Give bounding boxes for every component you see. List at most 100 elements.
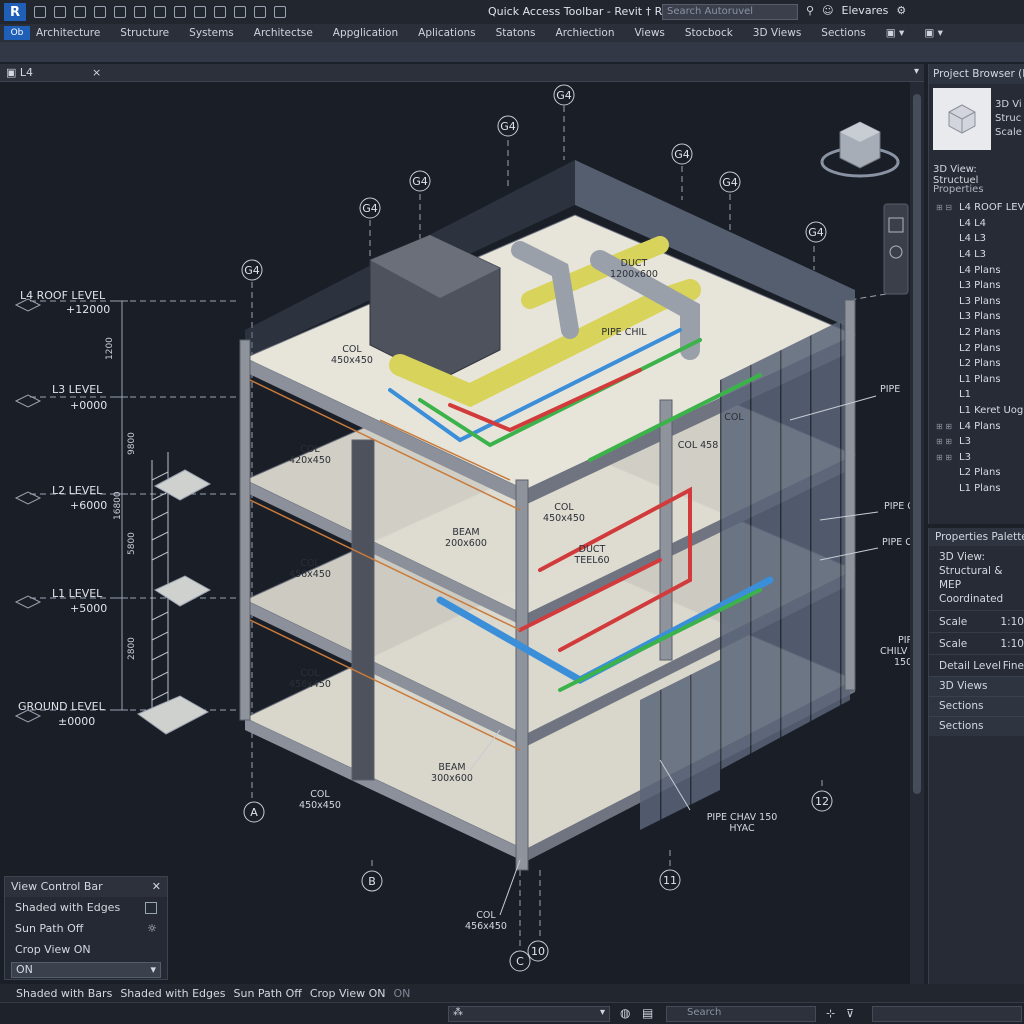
grid-bubble[interactable]: G4 bbox=[671, 143, 693, 165]
bottom-search-input[interactable]: Search bbox=[666, 1006, 816, 1022]
3d-view-icon[interactable] bbox=[214, 6, 226, 18]
drawing-canvas[interactable]: L4 ROOF LEVEL +12000 L3 LEVEL +0000 L2 L… bbox=[0, 82, 918, 984]
browser-tree-item[interactable]: L4 Plans bbox=[929, 262, 1024, 278]
workset-combo[interactable]: ⁂ ▾ bbox=[448, 1006, 610, 1022]
measure-icon[interactable] bbox=[174, 6, 186, 18]
scrollbar-thumb[interactable] bbox=[913, 94, 921, 794]
grid-bubble[interactable]: G4 bbox=[805, 221, 827, 243]
tab-structure[interactable]: Structure bbox=[120, 27, 169, 39]
grid-bubble[interactable]: G4 bbox=[409, 170, 431, 192]
section-icon[interactable] bbox=[234, 6, 246, 18]
grid-bubble[interactable]: G4 bbox=[719, 171, 741, 193]
tab-statons[interactable]: Statons bbox=[496, 27, 536, 39]
settings-icon[interactable]: ⚙ bbox=[896, 4, 906, 17]
browser-tree-item[interactable]: L4 L4 bbox=[929, 216, 1024, 232]
section-sections[interactable]: Sections bbox=[929, 696, 1024, 716]
search-input[interactable]: Search Autoruvel bbox=[662, 4, 798, 20]
browser-tree-item[interactable]: L2 Plans bbox=[929, 325, 1024, 341]
level-ground[interactable]: GROUND LEVEL ±0000 bbox=[14, 700, 106, 728]
open-icon[interactable] bbox=[54, 6, 66, 18]
grid-bubble[interactable]: 11 bbox=[659, 869, 681, 891]
browser-tree-item[interactable]: L2 Plans bbox=[929, 340, 1024, 356]
tag-pipe[interactable]: PIPE CHAV 150HYAC bbox=[707, 812, 778, 834]
grid-bubble[interactable]: G4 bbox=[497, 115, 519, 137]
tab-stocbock[interactable]: Stocbock bbox=[685, 27, 733, 39]
sun-path-option[interactable]: Sun Path Off ☼ bbox=[5, 918, 167, 939]
tab-systems[interactable]: Systems bbox=[189, 27, 234, 39]
tag-column[interactable]: COL bbox=[724, 412, 744, 423]
select-icon[interactable]: ⊹ bbox=[826, 1007, 835, 1020]
tag-pipe[interactable]: PIPE CHIL bbox=[601, 327, 647, 338]
vertical-scrollbar[interactable] bbox=[910, 82, 924, 984]
tag-pipe[interactable]: PIPECHILV150 bbox=[880, 635, 918, 668]
property-row[interactable]: Scale 1:10 bbox=[929, 632, 1024, 654]
level-l1[interactable]: L1 LEVEL +5000 bbox=[14, 587, 107, 615]
panel-toggle-icon[interactable]: ▾ bbox=[914, 66, 919, 77]
tag-pipe[interactable]: PIPE bbox=[880, 384, 900, 395]
ribbon-dropdown-icon[interactable]: ▣ ▾ bbox=[886, 27, 905, 39]
level-l2[interactable]: L2 LEVEL +6000 bbox=[14, 484, 107, 512]
section-sections-2[interactable]: Sections bbox=[929, 716, 1024, 736]
status-field[interactable] bbox=[872, 1006, 1022, 1022]
grid-bubble[interactable]: G4 bbox=[553, 84, 575, 106]
view-thumbnail[interactable] bbox=[933, 88, 991, 150]
browser-tree-item[interactable]: L4 L3 bbox=[929, 231, 1024, 247]
browser-tree-item[interactable]: L3 Plans bbox=[929, 309, 1024, 325]
grid-bubble[interactable]: A bbox=[243, 801, 265, 823]
tag-duct[interactable]: DUCTTEEL60 bbox=[573, 544, 609, 566]
tag-icon[interactable] bbox=[194, 6, 206, 18]
print-icon[interactable] bbox=[94, 6, 106, 18]
ladder[interactable] bbox=[136, 452, 212, 735]
status-sun-path[interactable]: Sun Path Off bbox=[233, 987, 301, 1000]
crop-view-option[interactable]: Crop View ON bbox=[5, 939, 167, 960]
close-icon[interactable]: × bbox=[92, 66, 101, 79]
new-icon[interactable] bbox=[34, 6, 46, 18]
status-visual-style[interactable]: Shaded with Bars bbox=[16, 987, 112, 1000]
undo-icon[interactable] bbox=[134, 6, 146, 18]
browser-tree-item[interactable]: L3 Plans bbox=[929, 294, 1024, 310]
browser-tree-item[interactable]: L1 Keret Uog bbox=[929, 403, 1024, 419]
tab-views[interactable]: Views bbox=[634, 27, 664, 39]
tab-architectse[interactable]: Architectse bbox=[254, 27, 313, 39]
tab-architecture[interactable]: Architecture bbox=[36, 27, 100, 39]
close-icon[interactable]: ✕ bbox=[152, 880, 161, 893]
sync-icon[interactable] bbox=[114, 6, 126, 18]
level-roof[interactable]: L4 ROOF LEVEL +12000 bbox=[14, 289, 110, 316]
grid-bubble[interactable]: C bbox=[509, 950, 531, 972]
sun-icon[interactable]: ☼ bbox=[147, 922, 157, 935]
user-name[interactable]: Elevares bbox=[842, 4, 889, 17]
browser-tree-item[interactable]: L1 bbox=[929, 387, 1024, 403]
tab-archiection[interactable]: Archiection bbox=[556, 27, 615, 39]
binoculars-icon[interactable]: ⚲ bbox=[806, 4, 814, 17]
switch-windows-icon[interactable] bbox=[274, 6, 286, 18]
grid-bubble[interactable]: 10 bbox=[527, 940, 549, 962]
tag-pipe[interactable]: PIPE C bbox=[882, 537, 912, 548]
tag-column[interactable]: COL456x450 bbox=[289, 558, 331, 580]
status-on[interactable]: ON bbox=[393, 987, 410, 1000]
current-view-label[interactable]: 3D View: Structuel bbox=[933, 164, 1024, 186]
grid-bubble[interactable]: G4 bbox=[241, 259, 263, 281]
user-icon[interactable]: ☺ bbox=[822, 4, 833, 17]
project-browser-header[interactable]: Project Browser (L bbox=[929, 64, 1024, 84]
redo-icon[interactable] bbox=[154, 6, 166, 18]
expand-icon[interactable]: ⊞ ⊞ bbox=[929, 422, 959, 431]
browser-tree-item[interactable]: L1 Plans bbox=[929, 372, 1024, 388]
view-tab-label[interactable]: ▣ L4 bbox=[6, 66, 33, 79]
file-tab[interactable]: Ob bbox=[4, 26, 30, 40]
close-hidden-icon[interactable] bbox=[254, 6, 266, 18]
browser-tree-item[interactable]: ⊞ ⊞ L3 bbox=[929, 450, 1024, 466]
globe-icon[interactable]: ◍ bbox=[620, 1006, 630, 1020]
browser-tree-item[interactable]: L2 Plans bbox=[929, 465, 1024, 481]
browser-tree-item[interactable]: L3 Plans bbox=[929, 278, 1024, 294]
visual-style-option[interactable]: Shaded with Edges bbox=[5, 897, 167, 918]
browser-tree-item[interactable]: L1 Plans bbox=[929, 481, 1024, 497]
grid-bubble[interactable]: G4 bbox=[359, 197, 381, 219]
grid-bubble[interactable]: B bbox=[361, 870, 383, 892]
property-row[interactable]: Scale 1:10 bbox=[929, 610, 1024, 632]
section-3d-views[interactable]: 3D Views bbox=[929, 676, 1024, 696]
expand-icon[interactable]: ⊞ ⊞ bbox=[929, 453, 959, 462]
properties-palette-header[interactable]: Properties Palette bbox=[929, 528, 1024, 546]
tag-pipe[interactable]: PIPE C bbox=[884, 501, 914, 512]
expand-icon[interactable]: ⊞ ⊞ bbox=[929, 437, 959, 446]
browser-tree-item[interactable]: ⊞ ⊟ L4 ROOF LEV bbox=[929, 200, 1024, 216]
